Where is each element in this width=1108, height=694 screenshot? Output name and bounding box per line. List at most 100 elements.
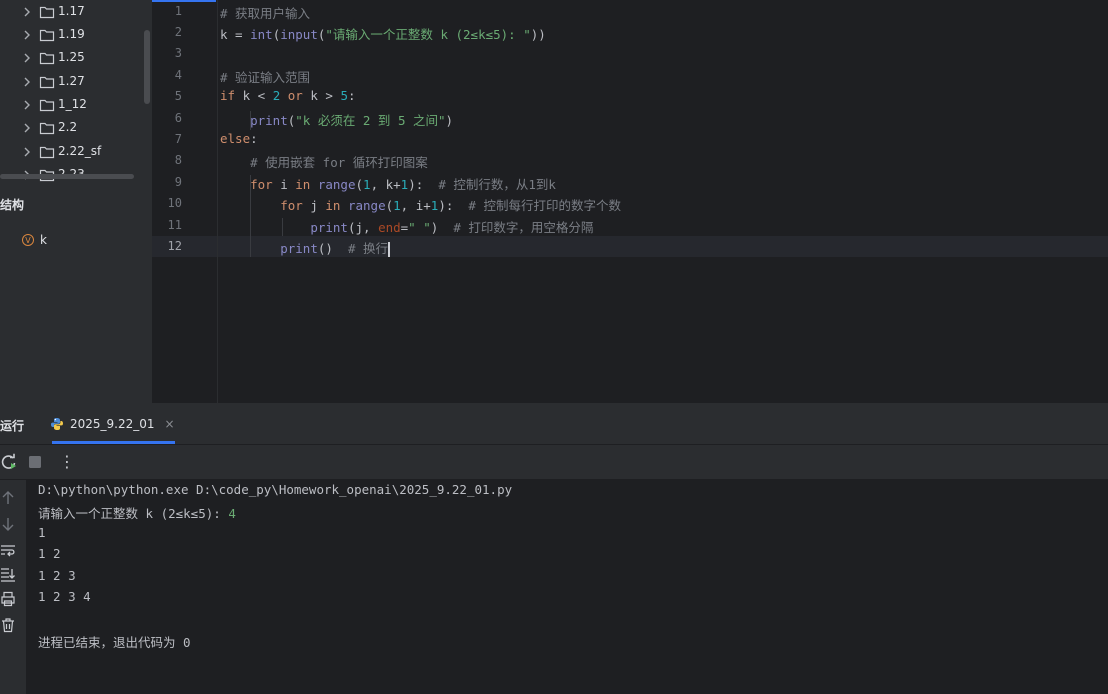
line-number-gutter: 1 2 3 4 5 6 7 8 9 10 11 12 (152, 0, 218, 403)
code-token: 1 (363, 177, 371, 192)
code-token: "请输入一个正整数 k (2≤k≤5): " (325, 27, 531, 42)
code-line[interactable]: for i in range(1, k+1): # 控制行数，从1到k (220, 174, 556, 193)
project-panel: 1.17 1.19 1.25 1.27 1_12 2.2 2.22_sf 2.23 结构 V … (0, 0, 152, 403)
tree-folder-item[interactable]: 1.27 (0, 71, 140, 93)
folder-icon (39, 52, 55, 65)
code-token: 5 (340, 88, 348, 103)
code-token: j (302, 198, 326, 213)
code-line[interactable]: print() # 换行 (220, 238, 391, 257)
code-line[interactable]: else: (220, 131, 258, 146)
code-line[interactable]: print(j, end=" ") # 打印数字，用空格分隔 (220, 217, 593, 236)
project-tree-horizontal-scrollbar[interactable] (0, 174, 134, 179)
code-token: int (250, 27, 273, 42)
trash-icon[interactable] (0, 617, 16, 633)
tree-item-label: 1.27 (58, 74, 85, 88)
code-token: ): (408, 177, 439, 192)
chevron-right-icon[interactable] (22, 28, 32, 42)
code-token: k > (302, 88, 341, 103)
more-options-icon[interactable]: ⋮ (58, 452, 76, 471)
code-token: , k+ (370, 177, 401, 192)
print-icon[interactable] (0, 591, 16, 607)
line-number: 11 (167, 218, 182, 232)
console-output-line: 1 2 (38, 546, 61, 561)
indent-guide (250, 175, 251, 257)
structure-item-label: k (40, 233, 47, 247)
code-token: for (280, 198, 303, 213)
python-icon (51, 418, 63, 430)
project-tree-vertical-scrollbar[interactable] (144, 30, 150, 104)
code-line[interactable]: # 使用嵌套 for 循环打印图案 (220, 152, 428, 171)
tree-item-label: 1_12 (58, 97, 87, 111)
close-icon[interactable]: × (165, 417, 175, 431)
indent-guide (250, 111, 251, 130)
code-token: : (348, 88, 356, 103)
folder-icon (39, 122, 55, 135)
chevron-right-icon[interactable] (22, 98, 32, 112)
code-line[interactable]: # 验证输入范围 (220, 67, 310, 86)
active-tab-indicator (52, 441, 175, 444)
scroll-to-end-icon[interactable] (0, 566, 16, 582)
chevron-right-icon[interactable] (22, 5, 32, 19)
code-token: # 控制行数，从1到k (438, 177, 556, 192)
chevron-right-icon[interactable] (22, 51, 32, 65)
tree-folder-item[interactable]: 1.25 (0, 47, 140, 69)
indent-guide (282, 218, 283, 236)
code-token: 1 (393, 198, 401, 213)
tree-folder-item[interactable]: 2.2 (0, 117, 140, 139)
run-panel-title: 运行 (0, 419, 25, 433)
code-line[interactable]: k = int(input("请输入一个正整数 k (2≤k≤5): ")) (220, 24, 546, 43)
code-token: # 打印数字，用空格分隔 (453, 220, 594, 235)
editor-tab-indicator (152, 0, 216, 2)
code-token: # 换行 (347, 241, 389, 256)
line-number: 12 (167, 239, 182, 253)
arrow-up-icon[interactable] (0, 490, 16, 506)
code-editor[interactable]: 1 2 3 4 5 6 7 8 9 10 11 12 # 获取用户输入 k = int(input("请… (152, 0, 1108, 403)
tree-folder-item[interactable]: 2.22_sf (0, 141, 140, 163)
stop-icon[interactable] (26, 453, 44, 471)
chevron-right-icon[interactable] (22, 145, 32, 159)
code-line[interactable]: if k < 2 or k > 5: (220, 88, 356, 103)
arrow-down-icon[interactable] (0, 516, 16, 532)
tree-item-label: 1.25 (58, 50, 85, 64)
line-number: 6 (174, 111, 182, 125)
variable-icon: V (22, 234, 34, 246)
code-token: range (317, 177, 356, 192)
code-token: ) (430, 220, 454, 235)
code-token: print (280, 241, 318, 256)
code-token: or (287, 88, 303, 103)
tab-run-configuration[interactable]: 2025_9.22_01 × (50, 412, 175, 436)
tree-folder-item[interactable]: 1_12 (0, 94, 140, 116)
code-token: end (378, 220, 401, 235)
tree-folder-item[interactable]: 1.19 (0, 24, 140, 46)
code-line[interactable]: # 获取用户输入 (220, 3, 310, 22)
code-token: in (295, 177, 311, 192)
code-line[interactable]: print("k 必须在 2 到 5 之间") (220, 110, 453, 129)
console-output-line: 1 2 3 4 (38, 589, 91, 604)
line-number: 4 (174, 68, 182, 82)
console-exit-message: 进程已结束，退出代码为 0 (38, 635, 191, 650)
soft-wrap-icon[interactable] (0, 542, 16, 558)
run-panel-header: 运行 2025_9.22_01 × (0, 404, 1108, 445)
structure-item-k[interactable]: V k (22, 231, 122, 249)
tree-folder-item[interactable]: 1.17 (0, 1, 140, 23)
line-number: 5 (174, 89, 182, 103)
chevron-right-icon[interactable] (22, 75, 32, 89)
line-number: 8 (174, 153, 182, 167)
structure-panel-title: 结构 (0, 198, 25, 212)
rerun-icon[interactable] (0, 453, 18, 471)
code-token: # 验证输入范围 (220, 70, 311, 85)
code-line[interactable]: for j in range(1, i+1): # 控制每行打印的数字个数 (220, 195, 621, 214)
code-token: ): (438, 198, 469, 213)
code-token: # 使用嵌套 for 循环打印图案 (250, 155, 428, 170)
tree-folder-item[interactable]: 2.23 (0, 164, 140, 182)
folder-icon (39, 29, 55, 42)
chevron-right-icon[interactable] (22, 121, 32, 135)
code-token: ( (385, 198, 394, 213)
code-token: if (220, 88, 236, 103)
folder-icon (39, 146, 55, 159)
code-token: (j, (347, 220, 379, 235)
text-caret (388, 242, 391, 257)
run-toolbar: ⋮ (0, 445, 1108, 480)
